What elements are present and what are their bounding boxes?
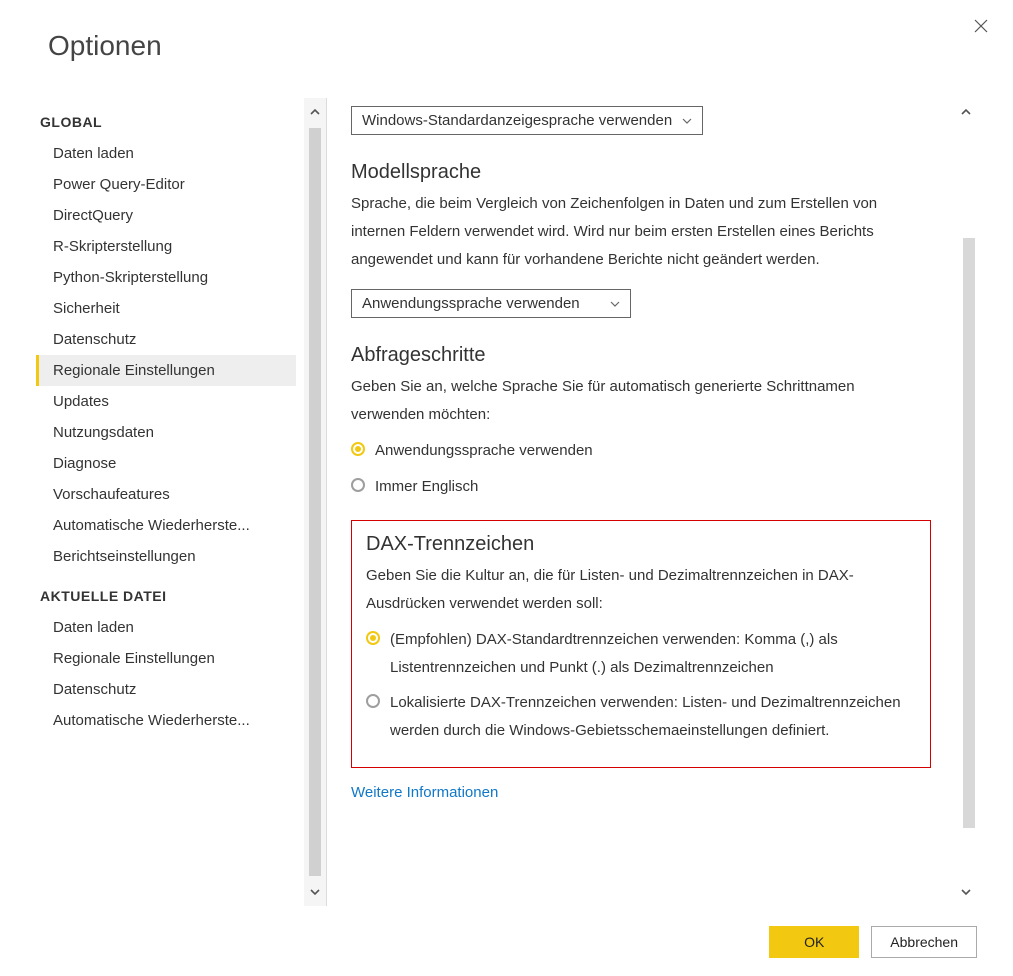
steps-radio-always-english[interactable]: Immer Englisch [351,473,911,501]
query-steps-heading: Abfrageschritte [351,344,959,367]
model-language-value: Anwendungssprache verwenden [362,295,580,312]
more-info-link[interactable]: Weitere Informationen [351,784,498,801]
radio-icon [366,694,380,708]
radio-icon [351,442,365,456]
sidebar-item-file-privacy[interactable]: Datenschutz [36,674,296,705]
query-steps-description: Geben Sie an, welche Sprache Sie für aut… [351,373,911,429]
options-dialog: Optionen GLOBAL Daten laden Power Query-… [0,0,1013,976]
dax-radio-default-label: (Empfohlen) DAX-Standardtrennzeichen ver… [388,626,916,682]
sidebar-item-file-auto-recovery[interactable]: Automatische Wiederherste... [36,705,296,736]
dropdown-caret-icon [610,299,620,309]
sidebar-item-file-regional-settings[interactable]: Regionale Einstellungen [36,643,296,674]
sidebar-item-file-data-load[interactable]: Daten laden [36,612,296,643]
steps-radio-app-language[interactable]: Anwendungssprache verwenden [351,437,911,465]
main-panel: Windows-Standardanzeigesprache verwenden… [326,98,977,906]
dialog-body: GLOBAL Daten laden Power Query-Editor Di… [36,98,977,906]
main-scroll-thumb[interactable] [963,238,975,828]
sidebar-item-usage-data[interactable]: Nutzungsdaten [36,417,296,448]
radio-icon [351,478,365,492]
sidebar-scroll-thumb[interactable] [309,128,321,876]
sidebar-item-directquery[interactable]: DirectQuery [36,200,296,231]
dax-separator-heading: DAX-Trennzeichen [366,533,916,556]
sidebar: GLOBAL Daten laden Power Query-Editor Di… [36,98,326,906]
sidebar-item-python-scripting[interactable]: Python-Skripterstellung [36,262,296,293]
dropdown-caret-icon [682,116,692,126]
close-button[interactable] [967,12,995,40]
sidebar-item-r-scripting[interactable]: R-Skripterstellung [36,231,296,262]
dax-radio-default[interactable]: (Empfohlen) DAX-Standardtrennzeichen ver… [366,626,916,682]
sidebar-item-updates[interactable]: Updates [36,386,296,417]
dax-separator-description: Geben Sie die Kultur an, die für Listen-… [366,562,916,618]
sidebar-item-privacy[interactable]: Datenschutz [36,324,296,355]
sidebar-item-auto-recovery[interactable]: Automatische Wiederherste... [36,510,296,541]
dax-separator-highlight: DAX-Trennzeichen Geben Sie die Kultur an… [351,520,931,768]
sidebar-item-security[interactable]: Sicherheit [36,293,296,324]
sidebar-item-preview-features[interactable]: Vorschaufeatures [36,479,296,510]
sidebar-section-global: GLOBAL [36,98,304,138]
sidebar-section-current-file: AKTUELLE DATEI [36,572,304,612]
radio-icon [366,631,380,645]
main-scroll-content: Windows-Standardanzeigesprache verwenden… [327,98,977,906]
steps-radio-app-language-label: Anwendungssprache verwenden [373,437,911,465]
main-scrollbar[interactable] [955,98,977,906]
cancel-button[interactable]: Abbrechen [871,926,977,958]
chevron-up-icon [960,106,972,118]
main-scroll-down[interactable] [955,878,977,906]
sidebar-global-list: Daten laden Power Query-Editor DirectQue… [36,138,304,572]
model-language-description: Sprache, die beim Vergleich von Zeichenf… [351,190,911,273]
dax-radio-localized[interactable]: Lokalisierte DAX-Trennzeichen verwenden:… [366,689,916,745]
dialog-title: Optionen [0,0,1013,82]
sidebar-scrollbar[interactable] [304,98,326,906]
model-language-heading: Modellsprache [351,161,959,184]
dialog-footer: OK Abbrechen [769,926,977,958]
chevron-up-icon [309,106,321,118]
close-icon [973,18,989,34]
sidebar-item-diagnostics[interactable]: Diagnose [36,448,296,479]
main-scroll-up[interactable] [955,98,977,126]
display-language-dropdown[interactable]: Windows-Standardanzeigesprache verwenden [351,106,703,135]
sidebar-file-list: Daten laden Regionale Einstellungen Date… [36,612,304,736]
sidebar-item-report-settings[interactable]: Berichtseinstellungen [36,541,296,572]
steps-radio-always-english-label: Immer Englisch [373,473,911,501]
dax-radio-localized-label: Lokalisierte DAX-Trennzeichen verwenden:… [388,689,916,745]
ok-button[interactable]: OK [769,926,859,958]
display-language-value: Windows-Standardanzeigesprache verwenden [362,112,672,129]
sidebar-item-data-load[interactable]: Daten laden [36,138,296,169]
chevron-down-icon [309,886,321,898]
chevron-down-icon [960,886,972,898]
model-language-dropdown[interactable]: Anwendungssprache verwenden [351,289,631,318]
sidebar-scroll-down[interactable] [304,878,326,906]
sidebar-item-regional-settings[interactable]: Regionale Einstellungen [36,355,296,386]
sidebar-scroll-up[interactable] [304,98,326,126]
sidebar-item-power-query-editor[interactable]: Power Query-Editor [36,169,296,200]
